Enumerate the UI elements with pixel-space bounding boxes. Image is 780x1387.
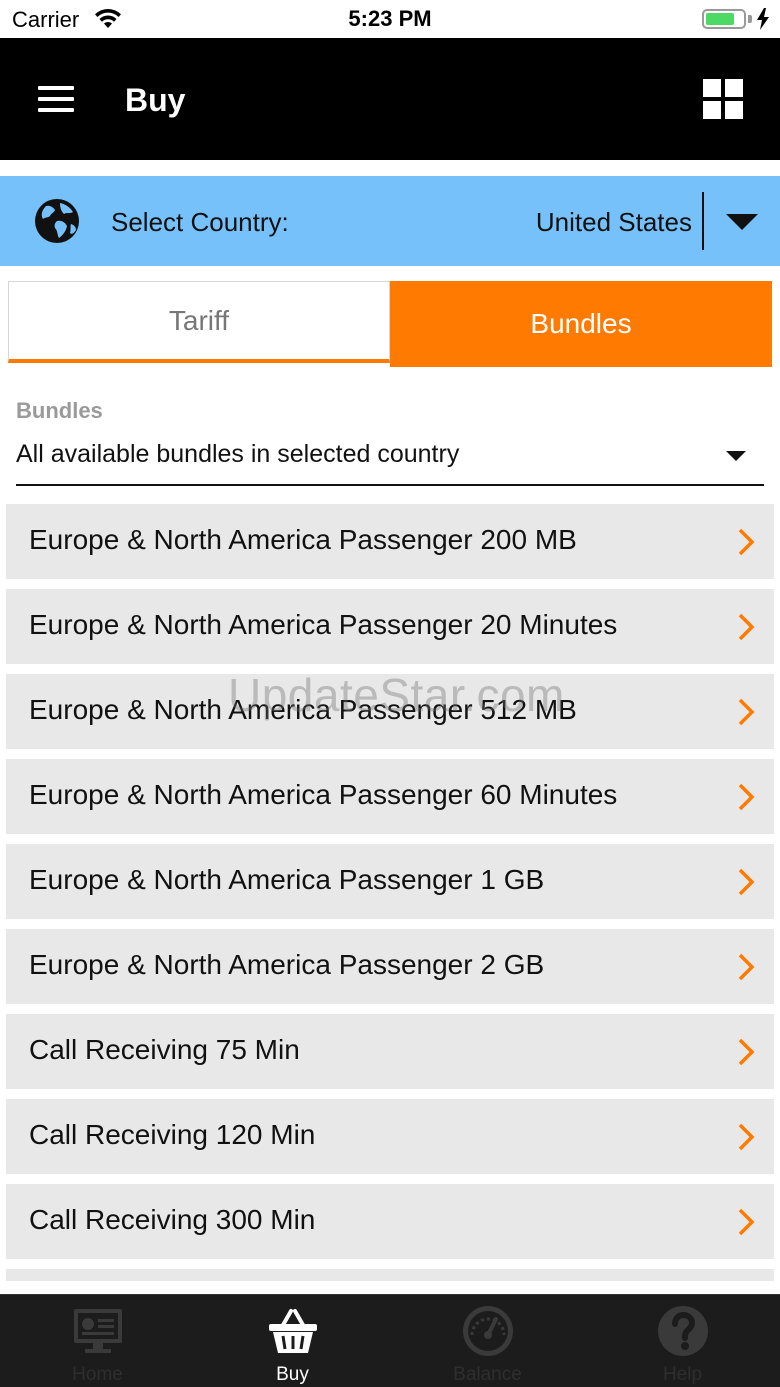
bundle-name: Europe & North America Passenger 1 GB: [29, 864, 545, 895]
bundle-name: Europe & North America Passenger 2 GB: [29, 949, 545, 980]
grid-view-icon[interactable]: [703, 79, 743, 119]
tabbar-label-help: Help: [662, 1364, 703, 1385]
tabbar-item-buy[interactable]: Buy: [195, 1295, 390, 1387]
bundle-name: Call Receiving 75 Min: [29, 1034, 300, 1065]
status-bar: Carrier 5:23 PM: [0, 0, 780, 38]
bundle-name: Europe & North America Passenger 60 Minu…: [29, 779, 618, 810]
country-label: Select Country:: [111, 207, 289, 237]
chevron-right-icon: [738, 868, 755, 896]
country-value[interactable]: United States: [536, 207, 692, 238]
caret-down-icon: [726, 451, 746, 461]
globe-icon: [35, 199, 79, 243]
bundle-name: Europe & North America Passenger 200 MB: [29, 524, 577, 555]
chevron-right-icon: [738, 1123, 755, 1151]
tabbar-item-balance[interactable]: Balance: [390, 1295, 585, 1387]
tabbar-label-balance: Balance: [453, 1364, 522, 1385]
chevron-right-icon: [738, 953, 755, 981]
battery-nub: [748, 15, 752, 23]
chevron-right-icon: [738, 698, 755, 726]
charging-bolt-icon: [757, 8, 769, 30]
chevron-right-icon: [738, 783, 755, 811]
chevron-right-icon: [738, 1038, 755, 1066]
bundle-item[interactable]: Europe & North America Passenger 200 MB: [6, 504, 774, 579]
bundle-filter-select[interactable]: All available bundles in selected countr…: [16, 434, 764, 486]
bundle-item[interactable]: Europe & North America Passenger 2 GB: [6, 929, 774, 1004]
bundle-item[interactable]: Europe & North America Passenger 60 Minu…: [6, 759, 774, 834]
gauge-icon: [463, 1306, 513, 1356]
top-navbar: Buy: [0, 38, 780, 160]
bundle-item[interactable]: Europe & North America Passenger 512 MB: [6, 674, 774, 749]
basket-icon: [269, 1309, 317, 1353]
battery-level: [706, 13, 734, 25]
country-divider: [702, 192, 704, 250]
bundle-name: Europe & North America Passenger 512 MB: [29, 694, 577, 725]
bundle-name: Call Receiving 300 Min: [29, 1204, 316, 1235]
tabbar-item-home[interactable]: Home: [0, 1295, 195, 1387]
help-icon: [658, 1306, 708, 1356]
tab-bundles[interactable]: Bundles: [390, 281, 772, 367]
tabbar-label-buy: Buy: [276, 1364, 309, 1385]
battery-icon: [702, 9, 746, 29]
bundle-name: Europe & North America Passenger 20 Minu…: [29, 609, 618, 640]
country-selector[interactable]: Select Country: United States: [0, 176, 780, 266]
bundle-item[interactable]: Call Receiving 75 Min: [6, 1014, 774, 1089]
caret-down-icon[interactable]: [726, 214, 758, 230]
bundle-item[interactable]: Europe & North America Passenger 1 GB: [6, 844, 774, 919]
chevron-right-icon: [738, 528, 755, 556]
bundle-item[interactable]: Europe & North America Passenger 20 Minu…: [6, 589, 774, 664]
bundle-item[interactable]: Call Receiving 120 Min: [6, 1099, 774, 1174]
bundle-name: Call Receiving 120 Min: [29, 1119, 316, 1150]
page-title: Buy: [125, 82, 186, 118]
tabbar-label-home: Home: [72, 1364, 123, 1385]
tabbar-item-help[interactable]: Help: [585, 1295, 780, 1387]
chevron-right-icon: [738, 1208, 755, 1236]
monitor-icon: [74, 1309, 122, 1353]
hamburger-menu-icon[interactable]: [38, 86, 76, 114]
bundle-filter-label: Bundles: [16, 398, 103, 423]
bundle-filter-value: All available bundles in selected countr…: [16, 440, 460, 468]
chevron-right-icon: [738, 613, 755, 641]
tab-tariff[interactable]: Tariff: [8, 281, 390, 363]
bundle-list: Europe & North America Passenger 200 MB …: [6, 504, 774, 1281]
clock-label: 5:23 PM: [348, 6, 432, 31]
bundle-item-partial[interactable]: [6, 1269, 774, 1281]
bottom-tab-bar: Home Buy Balance Help: [0, 1294, 780, 1387]
bundle-item[interactable]: Call Receiving 300 Min: [6, 1184, 774, 1259]
